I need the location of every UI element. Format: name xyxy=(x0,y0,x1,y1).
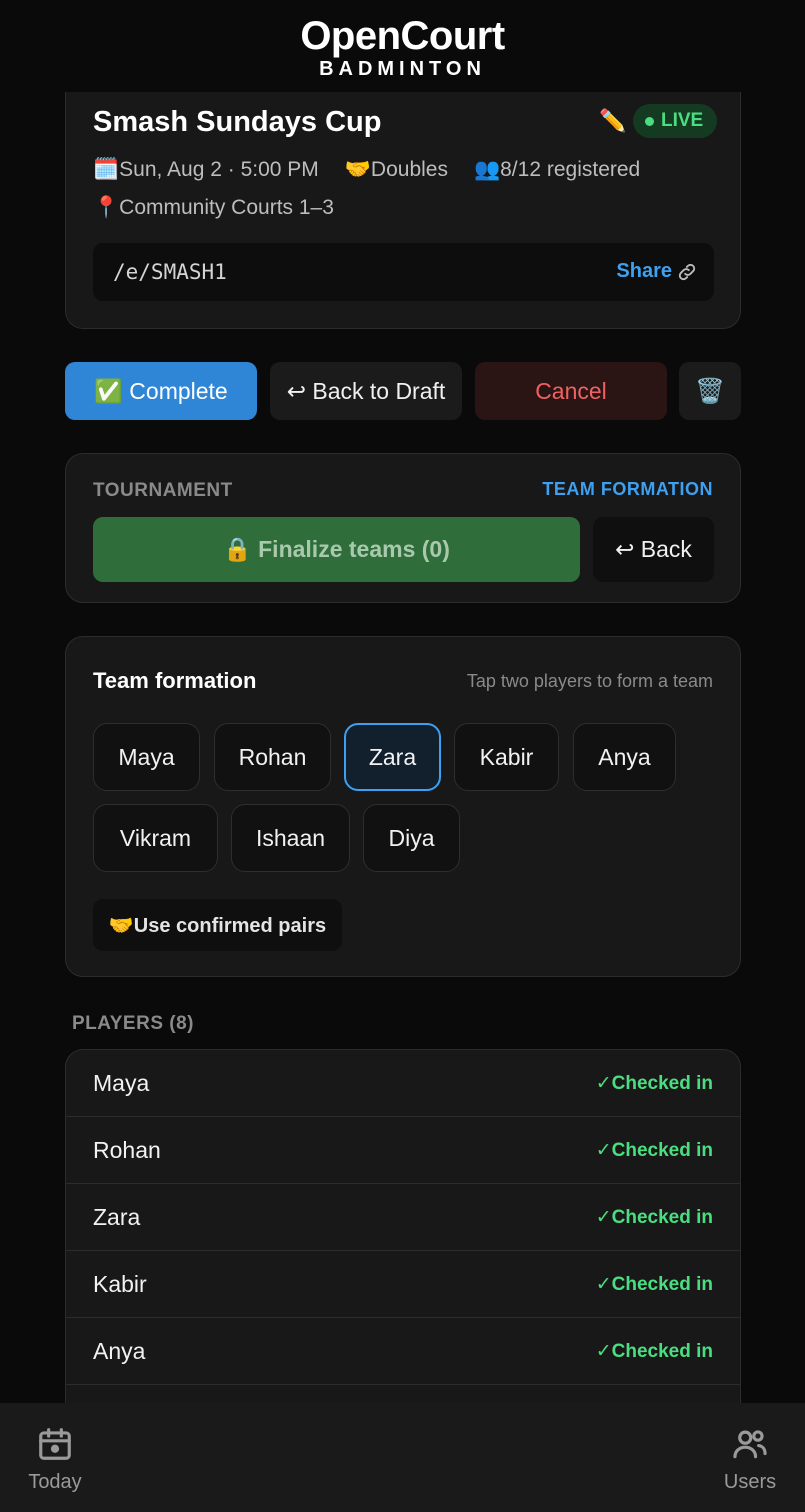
event-date: 🗓️Sun, Aug 2 · 5:00 PM xyxy=(93,158,319,181)
checkin-status: ✓Checked in xyxy=(595,1341,713,1362)
team-formation-card: Team formation Tap two players to form a… xyxy=(65,636,741,977)
player-chip-ishaan[interactable]: Ishaan xyxy=(231,804,350,872)
tournament-section-label: TOURNAMENT xyxy=(93,480,233,501)
status-badge: LIVE xyxy=(633,104,718,138)
player-name: Zara xyxy=(93,1204,141,1230)
users-icon xyxy=(733,1430,767,1459)
list-item[interactable]: Rohan ✓Checked in xyxy=(66,1117,740,1184)
brand-title: OpenCourt xyxy=(300,14,505,58)
complete-button[interactable]: ✅ Complete xyxy=(65,362,257,420)
team-formation-title: Team formation xyxy=(93,668,257,693)
back-to-draft-button[interactable]: ↩ Back to Draft xyxy=(270,362,462,420)
event-title: Smash Sundays Cup xyxy=(93,106,382,138)
checkin-status: ✓Checked in xyxy=(595,1073,713,1094)
player-name: Rohan xyxy=(93,1137,161,1163)
list-item[interactable]: Anya ✓Checked in xyxy=(66,1318,740,1385)
player-name: Kabir xyxy=(93,1271,147,1297)
player-chip-maya[interactable]: Maya xyxy=(93,723,200,791)
link-icon xyxy=(678,263,696,280)
checkin-status: ✓Checked in xyxy=(595,1140,713,1161)
finalize-teams-button[interactable]: 🔒 Finalize teams (0) xyxy=(93,517,580,582)
checkin-status: ✓Checked in xyxy=(595,1274,713,1295)
player-chip-diya[interactable]: Diya xyxy=(363,804,460,872)
list-item[interactable]: Zara ✓Checked in xyxy=(66,1184,740,1251)
trash-icon[interactable]: 🗑️ xyxy=(679,362,741,420)
event-registered: 👥8/12 registered xyxy=(473,158,641,181)
player-chip-anya[interactable]: Anya xyxy=(573,723,676,791)
pencil-icon[interactable]: ✏️ xyxy=(599,108,626,134)
event-link-box: /e/SMASH1 Share xyxy=(93,243,714,301)
players-section-label: PLAYERS (8) xyxy=(72,1013,194,1034)
nav-users[interactable]: Users xyxy=(695,1425,805,1494)
nav-today-label: Today xyxy=(28,1471,82,1493)
player-chip-vikram[interactable]: Vikram xyxy=(93,804,218,872)
live-dot-icon xyxy=(645,116,654,126)
team-formation-hint: Tap two players to form a team xyxy=(466,671,713,691)
player-chip-kabir[interactable]: Kabir xyxy=(454,723,559,791)
cancel-button[interactable]: Cancel xyxy=(475,362,667,420)
event-meta: 🗓️Sun, Aug 2 · 5:00 PM 🤝Doubles 👥8/12 re… xyxy=(93,158,666,182)
app-header: OpenCourt BADMINTON xyxy=(0,0,805,92)
checkin-status: ✓Checked in xyxy=(595,1207,713,1228)
calendar-icon xyxy=(39,1428,71,1460)
list-item[interactable]: Kabir ✓Checked in xyxy=(66,1251,740,1318)
share-label: Share xyxy=(616,260,672,282)
player-name: Anya xyxy=(93,1338,146,1364)
tournament-card: TOURNAMENT TEAM FORMATION 🔒 Finalize tea… xyxy=(65,453,741,603)
tournament-stage-label: TEAM FORMATION xyxy=(542,479,713,499)
event-format: 🤝Doubles xyxy=(344,158,448,181)
back-button[interactable]: ↩ Back xyxy=(593,517,714,582)
use-confirmed-pairs-button[interactable]: 🤝Use confirmed pairs xyxy=(93,899,342,951)
nav-today[interactable]: Today xyxy=(0,1425,110,1494)
event-location: 📍Community Courts 1–3 xyxy=(93,196,334,219)
player-name: Maya xyxy=(93,1070,150,1096)
player-chip-zara[interactable]: Zara xyxy=(344,723,441,791)
event-link-code: /e/SMASH1 xyxy=(113,260,227,284)
list-item[interactable]: Maya ✓Checked in xyxy=(66,1050,740,1117)
bottom-nav: Today Users xyxy=(0,1403,805,1512)
nav-users-label: Users xyxy=(723,1471,777,1493)
event-card: Smash Sundays Cup ✏️ LIVE 🗓️Sun, Aug 2 ·… xyxy=(65,70,741,329)
player-chip-rohan[interactable]: Rohan xyxy=(214,723,331,791)
status-text: LIVE xyxy=(661,110,704,131)
share-button[interactable]: Share xyxy=(616,260,698,283)
app-root: OpenCourt BADMINTON Smash Sundays Cup ✏️… xyxy=(0,0,805,1512)
brand-subtitle: BADMINTON xyxy=(319,58,486,80)
players-list: Maya ✓Checked in Rohan ✓Checked in Zara … xyxy=(65,1049,741,1449)
